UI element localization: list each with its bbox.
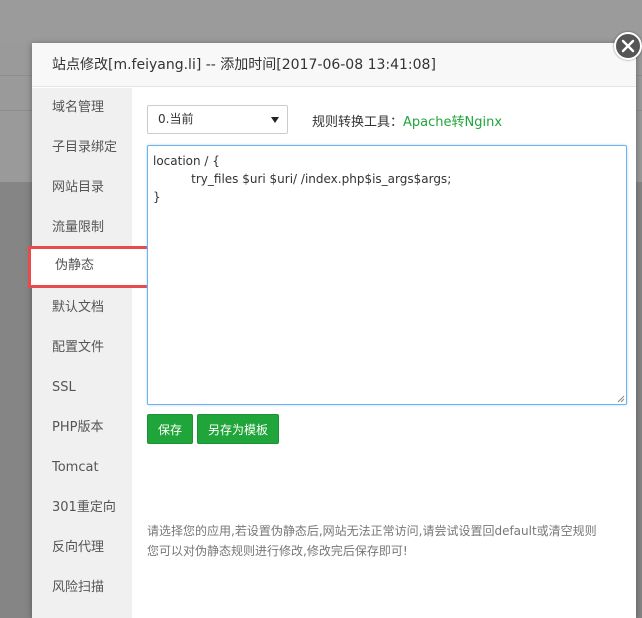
sidebar-item-domain[interactable]: 域名管理 (32, 88, 132, 128)
save-button[interactable]: 保存 (147, 414, 193, 444)
sidebar-item-tomcat[interactable]: Tomcat (32, 448, 132, 488)
rewrite-template-select[interactable]: 0.当前 (147, 105, 288, 134)
settings-sidebar: 域名管理 子目录绑定 网站目录 流量限制 伪静态 默认文档 配置文件 SSL P… (28, 88, 150, 618)
sidebar-item-default-document[interactable]: 默认文档 (32, 288, 132, 328)
dialog-title: 站点修改[m.feiyang.li] -- 添加时间[2017-06-08 13… (32, 43, 636, 87)
site-settings-dialog: 站点修改[m.feiyang.li] -- 添加时间[2017-06-08 13… (28, 32, 642, 618)
rule-converter-text: 规则转换工具： (312, 115, 404, 130)
close-icon (621, 39, 635, 53)
sidebar-item-risk-scan[interactable]: 风险扫描 (32, 568, 132, 608)
rewrite-rules-editor[interactable]: location / { try_files $uri $uri/ /index… (147, 145, 627, 405)
rewrite-panel: 0.当前 规则转换工具：Apache转Nginx location / { tr… (132, 88, 636, 618)
save-as-template-button[interactable]: 另存为模板 (197, 414, 279, 444)
sidebar-item-reverse-proxy[interactable]: 反向代理 (32, 528, 132, 568)
background-header (0, 0, 642, 42)
sidebar-item-config-file[interactable]: 配置文件 (32, 328, 132, 368)
apache-to-nginx-link[interactable]: Apache转Nginx (403, 115, 502, 130)
caret-down-icon (271, 117, 279, 123)
rewrite-tips: 请选择您的应用,若设置伪静态后,网站无法正常访问,请尝试设置回default或清… (147, 521, 597, 561)
tip-line: 您可以对伪静态规则进行修改,修改完后保存即可! (147, 544, 408, 558)
sidebar-item-php-version[interactable]: PHP版本 (32, 408, 132, 448)
rule-converter-label: 规则转换工具：Apache转Nginx (312, 111, 502, 130)
sidebar-item-ssl[interactable]: SSL (32, 368, 132, 408)
select-value: 0.当前 (158, 112, 194, 126)
close-button[interactable] (614, 32, 642, 60)
sidebar-item-redirect[interactable]: 301重定向 (32, 488, 132, 528)
sidebar-item-site-directory[interactable]: 网站目录 (32, 168, 132, 208)
tip-line: 请选择您的应用,若设置伪静态后,网站无法正常访问,请尝试设置回default或清… (147, 524, 597, 538)
sidebar-item-subdirectory[interactable]: 子目录绑定 (32, 128, 132, 168)
resize-handle-icon[interactable] (617, 395, 625, 403)
sidebar-item-traffic-limit[interactable]: 流量限制 (32, 208, 132, 248)
